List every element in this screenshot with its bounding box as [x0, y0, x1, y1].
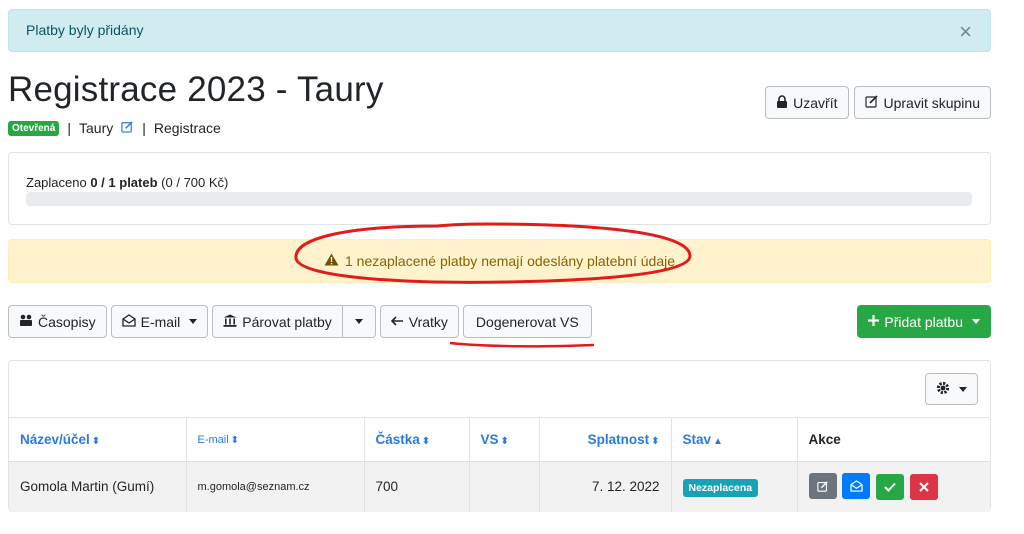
magazines-button[interactable]: Časopisy	[8, 305, 107, 338]
column-vs[interactable]: VS ⬍	[469, 417, 540, 462]
column-label: E-mail	[197, 433, 229, 446]
edit-link-icon[interactable]	[121, 120, 134, 136]
column-email[interactable]: E-mail ⬍	[186, 417, 365, 462]
status-badge: Otevřená	[8, 120, 60, 136]
page-title: Registrace 2023 - Taury	[8, 70, 384, 109]
progress-bar	[26, 192, 972, 206]
chevron-down-icon	[972, 319, 980, 324]
column-label: Splatnost	[587, 432, 650, 447]
payments-table: Název/účel ⬍ E-mail ⬍ Částka ⬍ VS ⬍ Splatnos…	[9, 417, 990, 512]
pair-payments-group: Párovat platby	[212, 305, 376, 338]
cell-name: Gomola Martin (Gumí)	[9, 461, 187, 512]
column-label: Částka	[375, 432, 420, 447]
column-amount[interactable]: Částka ⬍	[364, 417, 470, 462]
cell-status: Nezaplacena	[671, 461, 798, 512]
table-settings-button[interactable]	[925, 373, 978, 405]
add-payment-button[interactable]: Přidat platbu	[857, 305, 991, 338]
breadcrumb: Otevřená | Taury | Registrace	[8, 120, 221, 136]
chevron-down-icon	[189, 319, 198, 324]
sort-asc-icon: ▲	[713, 436, 723, 447]
category: Registrace	[153, 120, 221, 136]
chevron-down-icon	[959, 386, 967, 392]
cell-email: m.gomola@seznam.cz	[186, 461, 365, 512]
alert-message: Platby byly přidány	[26, 22, 144, 38]
column-label: Stav	[682, 432, 712, 447]
sort-icon: ⬍	[421, 436, 431, 447]
annotation-circle	[294, 222, 692, 284]
payments-table-card: Název/účel ⬍ E-mail ⬍ Částka ⬍ VS ⬍ Splatnos…	[8, 360, 991, 512]
column-label: Akce	[808, 432, 841, 447]
column-label: VS	[480, 432, 499, 447]
pair-payments-label: Párovat platby	[242, 313, 332, 330]
refunds-button[interactable]: Vratky	[379, 305, 459, 338]
progress-label: Zaplaceno 0 / 1 plateb (0 / 700 Kč)	[26, 175, 228, 190]
edit-icon	[816, 481, 828, 492]
sort-icon: ⬍	[91, 436, 101, 447]
plus-icon	[868, 314, 880, 329]
column-due-date[interactable]: Splatnost ⬍	[539, 417, 672, 462]
magazines-label: Časopisy	[38, 313, 96, 330]
table-header-row: Název/účel ⬍ E-mail ⬍ Částka ⬍ VS ⬍ Splatnos…	[9, 417, 990, 462]
payments-toolbar: Časopisy E-mail Párovat platby Vratky Do…	[8, 305, 592, 338]
envelope-open-icon	[850, 480, 863, 492]
progress-prefix: Zaplaceno	[26, 175, 87, 190]
bank-icon	[223, 314, 237, 330]
sort-icon: ⬍	[500, 436, 509, 447]
send-email-button[interactable]	[842, 473, 871, 500]
generate-vs-button[interactable]: Dogenerovat VS	[462, 305, 592, 338]
progress-amount: (0 / 700 Kč)	[161, 175, 229, 190]
email-dropdown-button[interactable]: E-mail	[110, 305, 209, 338]
group-name: Taury	[79, 120, 114, 136]
edit-group-label: Upravit skupinu	[883, 94, 981, 111]
chevron-down-icon	[354, 319, 363, 324]
cell-amount: 700	[364, 461, 470, 512]
cell-due-date: 7. 12. 2022	[539, 461, 672, 512]
separator: |	[142, 120, 146, 136]
cell-vs	[469, 461, 540, 512]
close-group-button[interactable]: Uzavřít	[765, 86, 849, 119]
close-icon	[919, 482, 929, 492]
lock-icon	[776, 94, 788, 111]
status-badge: Nezaplacena	[682, 479, 759, 498]
envelope-open-icon	[121, 313, 136, 330]
pair-payments-button[interactable]: Párovat platby	[212, 305, 343, 338]
sort-icon: ⬍	[651, 436, 660, 447]
pair-payments-dropdown-toggle[interactable]	[342, 305, 376, 338]
column-label: Název/účel	[20, 432, 90, 447]
check-icon	[884, 483, 896, 493]
success-alert: Platby byly přidány ×	[8, 9, 991, 52]
add-payment-label: Přidat platbu	[884, 313, 963, 330]
column-status[interactable]: Stav ▲	[671, 417, 798, 462]
delete-payment-button[interactable]	[909, 474, 938, 501]
column-name[interactable]: Název/účel ⬍	[9, 417, 187, 462]
header-actions: Uzavřít Upravit skupinu	[765, 86, 991, 119]
people-icon	[19, 314, 33, 329]
arrow-left-icon	[390, 314, 404, 329]
edit-payment-button[interactable]	[808, 473, 837, 500]
cell-actions	[797, 461, 990, 512]
generate-vs-label: Dogenerovat VS	[475, 313, 579, 330]
table-row: Gomola Martin (Gumí) m.gomola@seznam.cz …	[9, 461, 990, 512]
gear-icon	[936, 381, 950, 398]
close-icon[interactable]: ×	[959, 10, 972, 54]
edit-group-button[interactable]: Upravit skupinu	[853, 86, 991, 119]
separator: |	[67, 120, 71, 136]
sort-icon: ⬍	[230, 434, 240, 446]
email-label: E-mail	[140, 313, 181, 330]
close-group-label: Uzavřít	[793, 94, 838, 111]
progress-count: 0 / 1 plateb	[90, 175, 158, 190]
progress-card: Zaplaceno 0 / 1 plateb (0 / 700 Kč)	[8, 152, 991, 225]
column-actions: Akce	[797, 417, 990, 462]
edit-icon	[864, 94, 879, 111]
refunds-label: Vratky	[408, 313, 448, 330]
mark-paid-button[interactable]	[876, 474, 905, 501]
